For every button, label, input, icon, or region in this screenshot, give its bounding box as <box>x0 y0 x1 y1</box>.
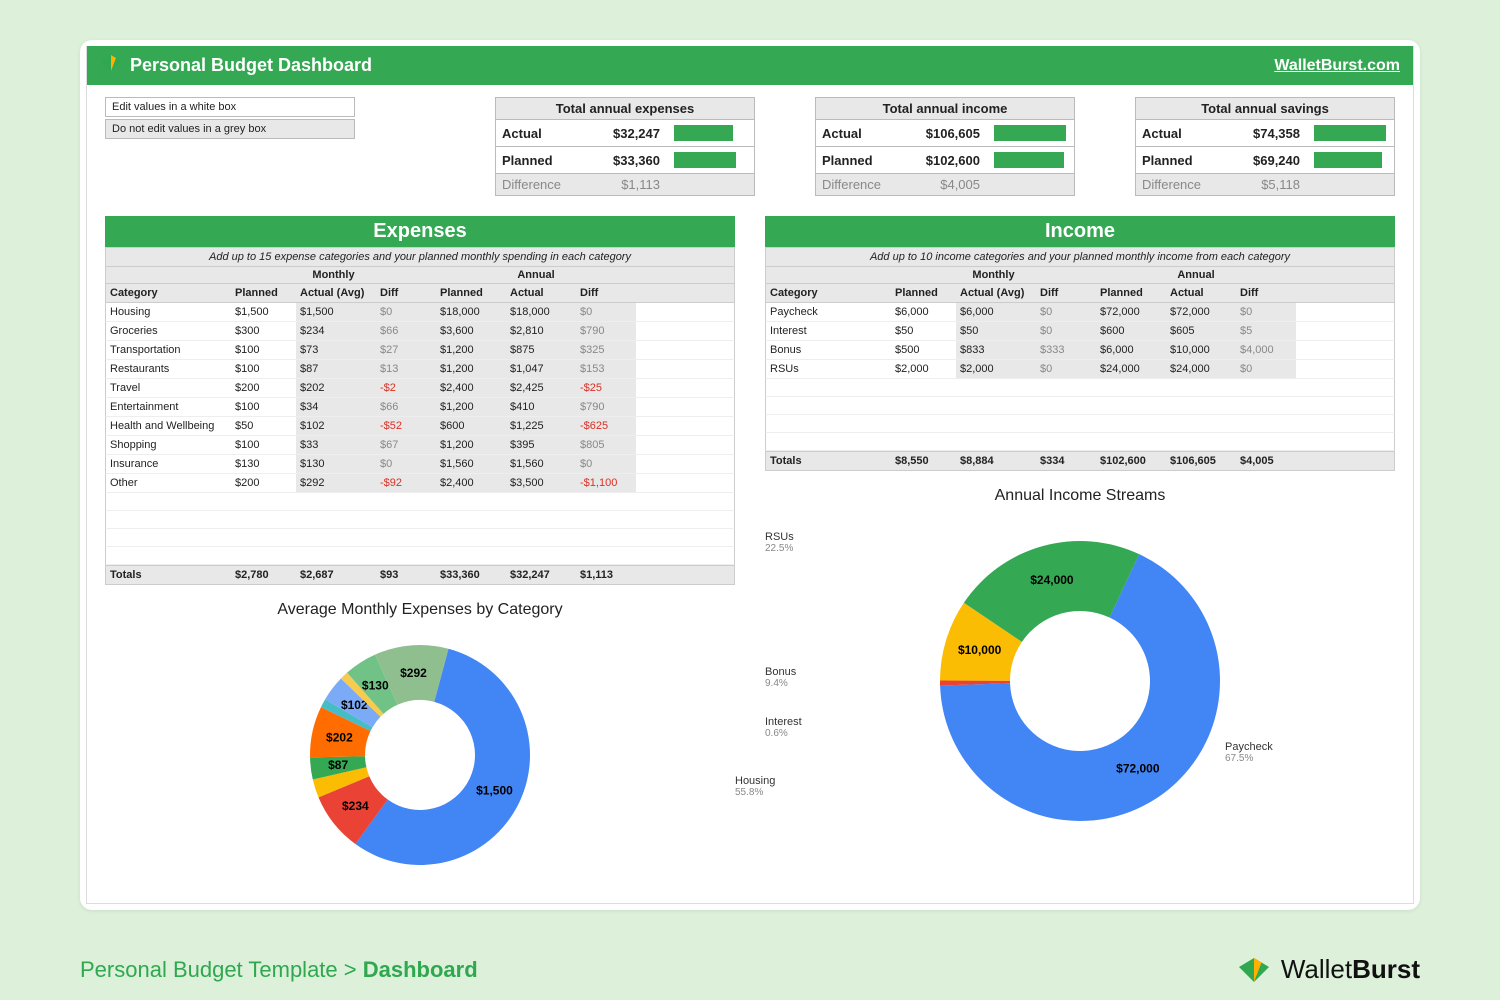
edit-notes: Edit values in a white box Do not edit v… <box>105 97 355 196</box>
chart-label: Paycheck67.5% <box>1225 741 1345 764</box>
table-row[interactable]: Interest$50$50$0$600$605$5 <box>765 322 1395 341</box>
chart-label: Other10.9% <box>86 635 100 658</box>
chart-label: Health and Wellbeing3.8% <box>86 710 100 733</box>
dashboard-window: Personal Budget Dashboard WalletBurst.co… <box>80 40 1420 910</box>
chart-label: RSUs22.5% <box>765 531 885 554</box>
brand-logo: WalletBurst <box>1237 954 1420 985</box>
note-editable: Edit values in a white box <box>105 97 355 117</box>
table-row[interactable]: Insurance$130$130$0$1,560$1,560$0 <box>105 455 735 474</box>
expenses-columns: CategoryPlannedActual (Avg)DiffPlannedAc… <box>105 284 735 303</box>
site-link[interactable]: WalletBurst.com <box>1274 57 1400 75</box>
table-row[interactable]: Other$200$292-$92$2,400$3,500-$1,100 <box>105 474 735 493</box>
expenses-donut-chart: Average Monthly Expenses by Category $1,… <box>105 585 735 895</box>
chart-label: Bonus9.4% <box>765 666 885 689</box>
chart-label: Transportation2.7% <box>86 810 100 833</box>
expenses-totals: Totals$2,780$2,687$93$33,360$32,247$1,11… <box>105 565 735 585</box>
table-row[interactable]: Bonus$500$833$333$6,000$10,000$4,000 <box>765 341 1395 360</box>
income-donut-chart: Annual Income Streams $72,000$10,000$24,… <box>765 471 1395 861</box>
chart-label: Groceries8.7% <box>86 835 100 858</box>
breadcrumb: Personal Budget Template > <box>80 957 363 982</box>
footer: Personal Budget Template > Dashboard Wal… <box>80 954 1420 985</box>
table-row[interactable]: Travel$200$202-$2$2,400$2,425-$25 <box>105 379 735 398</box>
breadcrumb-current: Dashboard <box>363 957 478 982</box>
income-section: Income Add up to 10 income categories an… <box>765 216 1395 895</box>
note-readonly: Do not edit values in a grey box <box>105 119 355 139</box>
chart-label: Travel7.5% <box>86 760 100 783</box>
expenses-section: Expenses Add up to 15 expense categories… <box>105 216 735 895</box>
summary-income: Total annual income Actual$106,605 Plann… <box>815 97 1075 196</box>
walletburst-logo-icon <box>1237 955 1271 985</box>
table-row[interactable]: Entertainment$100$34$66$1,200$410$790 <box>105 398 735 417</box>
table-row[interactable]: Restaurants$100$87$13$1,200$1,047$153 <box>105 360 735 379</box>
page-title: Personal Budget Dashboard <box>130 55 372 76</box>
table-row[interactable]: Shopping$100$33$67$1,200$395$805 <box>105 436 735 455</box>
chart-label: Entertainment1.3% <box>86 735 100 758</box>
chart-label: Interest0.6% <box>765 716 885 739</box>
table-row[interactable]: Housing$1,500$1,500$0$18,000$18,000$0 <box>105 303 735 322</box>
title-bar: Personal Budget Dashboard WalletBurst.co… <box>87 46 1413 85</box>
table-row[interactable]: Health and Wellbeing$50$102-$52$600$1,22… <box>105 417 735 436</box>
summary-savings: Total annual savings Actual$74,358 Plann… <box>1135 97 1395 196</box>
income-columns: CategoryPlannedActual (Avg)DiffPlannedAc… <box>765 284 1395 303</box>
table-row[interactable]: Paycheck$6,000$6,000$0$72,000$72,000$0 <box>765 303 1395 322</box>
chart-label: Shopping1.2% <box>86 685 100 708</box>
walletburst-logo-icon <box>100 53 122 78</box>
chart-label: Insurance4.8% <box>86 660 100 683</box>
table-row[interactable]: Groceries$300$234$66$3,600$2,810$790 <box>105 322 735 341</box>
table-row[interactable]: RSUs$2,000$2,000$0$24,000$24,000$0 <box>765 360 1395 379</box>
income-totals: Totals$8,550$8,884$334$102,600$106,605$4… <box>765 451 1395 471</box>
table-row[interactable]: Transportation$100$73$27$1,200$875$325 <box>105 341 735 360</box>
chart-label: Restaurants3.2% <box>86 785 100 808</box>
summary-expenses: Total annual expenses Actual$32,247 Plan… <box>495 97 755 196</box>
